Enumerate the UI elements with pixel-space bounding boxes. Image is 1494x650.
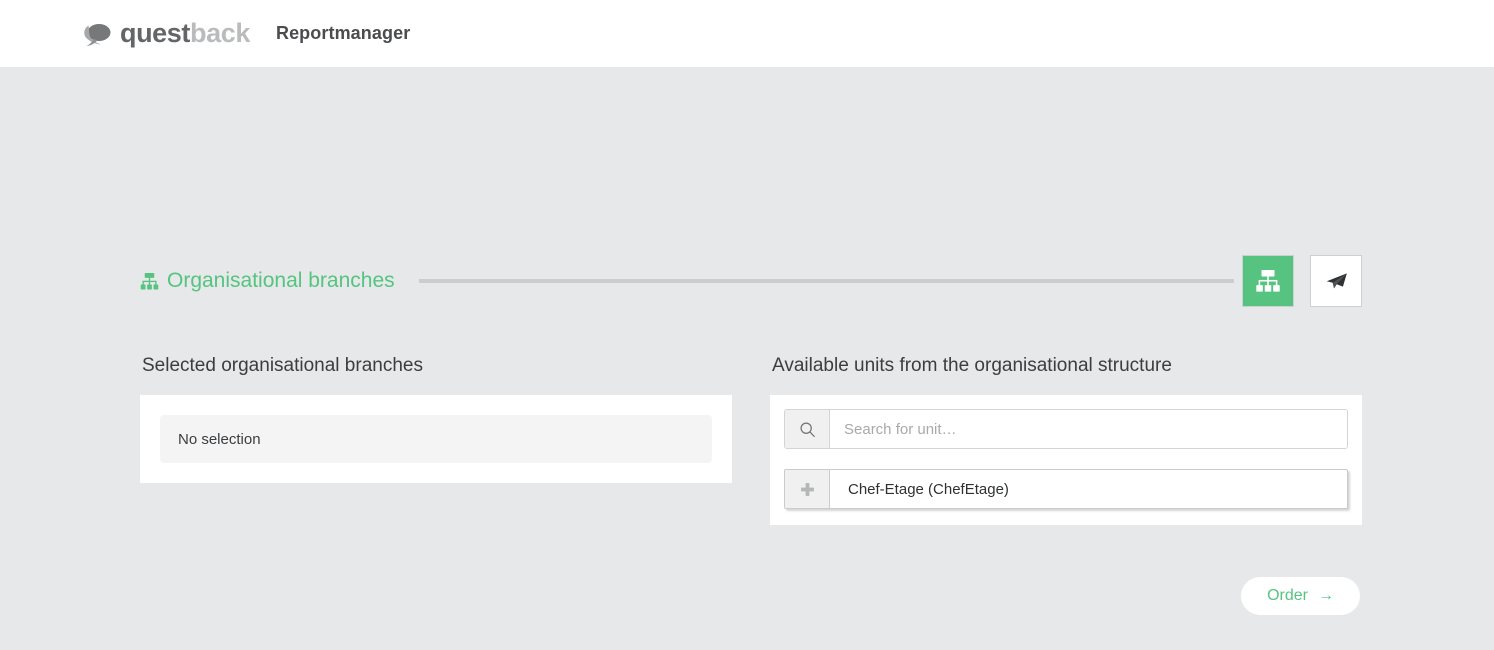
search-button[interactable] bbox=[785, 410, 830, 448]
brand-word-dark: quest bbox=[120, 18, 191, 48]
selected-branches-panel: Selected organisational branches No sele… bbox=[140, 355, 732, 525]
available-units-card: Chef-Etage (ChefEtage) bbox=[770, 395, 1362, 525]
available-units-heading: Available units from the organisational … bbox=[772, 355, 1172, 376]
app-title: Reportmanager bbox=[275, 23, 411, 43]
no-selection-text: No selection bbox=[178, 430, 261, 448]
stepper-connector-line bbox=[418, 279, 1234, 283]
step-button-organisational-branches[interactable] bbox=[1242, 255, 1294, 307]
available-units-panel: Available units from the organisational … bbox=[770, 355, 1362, 525]
selected-branches-card: No selection bbox=[140, 395, 732, 483]
brand-logo[interactable]: questback bbox=[82, 20, 250, 47]
stepper-buttons bbox=[1242, 255, 1362, 307]
current-step-title: Organisational branches bbox=[140, 269, 395, 293]
unit-label: Chef-Etage (ChefEtage) bbox=[848, 480, 1009, 498]
brand-word-light: back bbox=[190, 18, 250, 48]
column-gap bbox=[732, 355, 770, 525]
plus-icon bbox=[800, 482, 814, 496]
search-input[interactable] bbox=[830, 410, 1347, 448]
add-unit-button[interactable] bbox=[785, 470, 830, 508]
page-body: Organisational branches Selected organis… bbox=[0, 67, 1494, 650]
stepper: Organisational branches bbox=[140, 67, 1362, 309]
paper-plane-icon bbox=[1326, 273, 1347, 289]
order-button-label: Order bbox=[1267, 587, 1308, 604]
current-step-label: Organisational branches bbox=[167, 269, 395, 292]
selected-branches-heading: Selected organisational branches bbox=[142, 355, 423, 376]
brand-wordmark: questback bbox=[120, 20, 250, 47]
content-container: Organisational branches Selected organis… bbox=[132, 67, 1362, 615]
sitemap-icon bbox=[1256, 269, 1280, 292]
sitemap-icon bbox=[140, 272, 159, 289]
app-header: questback Reportmanager bbox=[0, 0, 1494, 67]
step-button-send[interactable] bbox=[1310, 255, 1362, 307]
no-selection-box: No selection bbox=[160, 415, 712, 463]
unit-list-item[interactable]: Chef-Etage (ChefEtage) bbox=[784, 469, 1348, 509]
arrow-right-icon: → bbox=[1318, 587, 1334, 604]
search-icon bbox=[799, 421, 815, 437]
search-row bbox=[784, 409, 1348, 449]
speech-bubble-icon bbox=[84, 23, 111, 46]
order-button[interactable]: Order → bbox=[1241, 577, 1360, 615]
panels-row: Selected organisational branches No sele… bbox=[140, 355, 1362, 525]
actions-row: Order → bbox=[140, 577, 1362, 615]
